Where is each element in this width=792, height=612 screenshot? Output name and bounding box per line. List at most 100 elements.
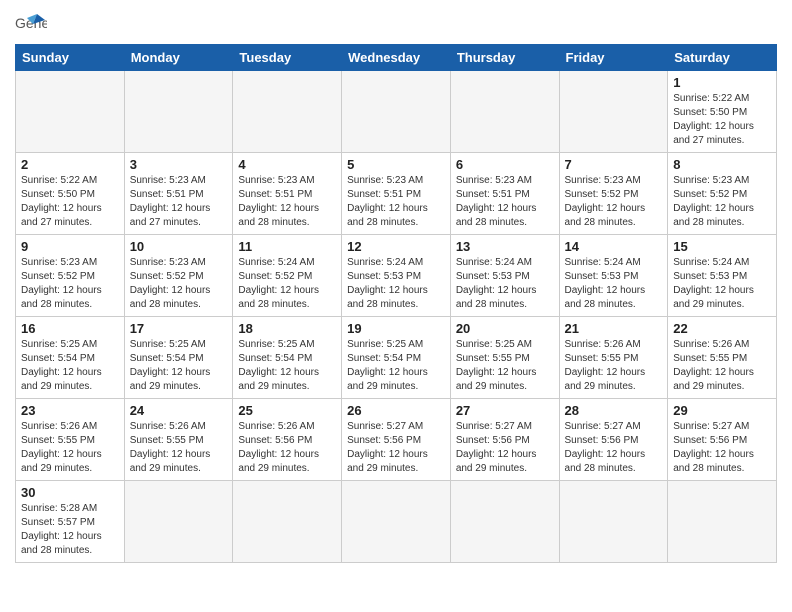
day-info: Sunrise: 5:26 AM Sunset: 5:55 PM Dayligh…	[565, 338, 663, 394]
day-number: 28	[565, 403, 663, 418]
calendar-cell: 13Sunrise: 5:24 AM Sunset: 5:53 PM Dayli…	[450, 235, 559, 317]
calendar-cell: 11 Sunrise: 5:24 AM Sunset: 5:52 PM Dayli…	[233, 235, 342, 317]
calendar-cell: 25 Sunrise: 5:26 AM Sunset: 5:56 PM Dayli…	[233, 399, 342, 481]
calendar-cell	[124, 71, 233, 153]
calendar-cell: 6Sunrise: 5:23 AM Sunset: 5:51 PM Daylig…	[450, 153, 559, 235]
weekday-header-tuesday: Tuesday	[233, 45, 342, 71]
weekday-header-saturday: Saturday	[668, 45, 777, 71]
day-number: 22	[673, 321, 771, 336]
calendar-cell: 27 Sunrise: 5:27 AM Sunset: 5:56 PM Dayli…	[450, 399, 559, 481]
day-number: 9	[21, 239, 119, 254]
calendar-cell: 19Sunrise: 5:25 AM Sunset: 5:54 PM Dayli…	[342, 317, 451, 399]
weekday-header-row: SundayMondayTuesdayWednesdayThursdayFrid…	[16, 45, 777, 71]
weekday-header-monday: Monday	[124, 45, 233, 71]
day-number: 21	[565, 321, 663, 336]
calendar-cell	[233, 71, 342, 153]
day-info: Sunrise: 5:23 AM Sunset: 5:51 PM Dayligh…	[456, 174, 554, 230]
day-info: Sunrise: 5:23 AM Sunset: 5:52 PM Dayligh…	[565, 174, 663, 230]
day-number: 13	[456, 239, 554, 254]
day-info: Sunrise: 5:25 AM Sunset: 5:54 PM Dayligh…	[238, 338, 336, 394]
calendar-cell: 1 Sunrise: 5:22 AM Sunset: 5:50 PM Daylig…	[668, 71, 777, 153]
calendar-cell: 24Sunrise: 5:26 AM Sunset: 5:55 PM Dayli…	[124, 399, 233, 481]
day-number: 4	[238, 157, 336, 172]
calendar-cell: 30 Sunrise: 5:28 AM Sunset: 5:57 PM Dayli…	[16, 481, 125, 563]
day-number: 1	[673, 75, 771, 90]
calendar-cell: 8Sunrise: 5:23 AM Sunset: 5:52 PM Daylig…	[668, 153, 777, 235]
day-number: 16	[21, 321, 119, 336]
calendar-cell: 23 Sunrise: 5:26 AM Sunset: 5:55 PM Dayli…	[16, 399, 125, 481]
day-number: 8	[673, 157, 771, 172]
calendar-cell	[450, 481, 559, 563]
calendar-cell: 28 Sunrise: 5:27 AM Sunset: 5:56 PM Dayli…	[559, 399, 668, 481]
day-number: 24	[130, 403, 228, 418]
day-number: 23	[21, 403, 119, 418]
calendar-cell: 12 Sunrise: 5:24 AM Sunset: 5:53 PM Dayli…	[342, 235, 451, 317]
day-info: Sunrise: 5:26 AM Sunset: 5:55 PM Dayligh…	[21, 420, 119, 476]
day-info: Sunrise: 5:26 AM Sunset: 5:56 PM Dayligh…	[238, 420, 336, 476]
weekday-header-thursday: Thursday	[450, 45, 559, 71]
calendar-cell: 14Sunrise: 5:24 AM Sunset: 5:53 PM Dayli…	[559, 235, 668, 317]
day-number: 20	[456, 321, 554, 336]
day-number: 17	[130, 321, 228, 336]
day-info: Sunrise: 5:28 AM Sunset: 5:57 PM Dayligh…	[21, 502, 119, 558]
day-number: 10	[130, 239, 228, 254]
calendar-cell: 10 Sunrise: 5:23 AM Sunset: 5:52 PM Dayli…	[124, 235, 233, 317]
day-info: Sunrise: 5:24 AM Sunset: 5:52 PM Dayligh…	[238, 256, 336, 312]
calendar-cell	[342, 71, 451, 153]
calendar-cell: 2 Sunrise: 5:22 AM Sunset: 5:50 PM Daylig…	[16, 153, 125, 235]
calendar-cell: 4Sunrise: 5:23 AM Sunset: 5:51 PM Daylig…	[233, 153, 342, 235]
day-info: Sunrise: 5:23 AM Sunset: 5:52 PM Dayligh…	[21, 256, 119, 312]
calendar-cell	[559, 481, 668, 563]
day-info: Sunrise: 5:27 AM Sunset: 5:56 PM Dayligh…	[456, 420, 554, 476]
day-number: 12	[347, 239, 445, 254]
logo-icon: General	[15, 10, 47, 38]
day-info: Sunrise: 5:25 AM Sunset: 5:55 PM Dayligh…	[456, 338, 554, 394]
day-number: 7	[565, 157, 663, 172]
calendar-cell: 16 Sunrise: 5:25 AM Sunset: 5:54 PM Dayli…	[16, 317, 125, 399]
calendar-cell: 21 Sunrise: 5:26 AM Sunset: 5:55 PM Dayli…	[559, 317, 668, 399]
logo: General	[15, 10, 51, 38]
calendar-cell: 26 Sunrise: 5:27 AM Sunset: 5:56 PM Dayli…	[342, 399, 451, 481]
day-number: 27	[456, 403, 554, 418]
day-info: Sunrise: 5:25 AM Sunset: 5:54 PM Dayligh…	[21, 338, 119, 394]
day-info: Sunrise: 5:25 AM Sunset: 5:54 PM Dayligh…	[130, 338, 228, 394]
day-number: 11	[238, 239, 336, 254]
day-info: Sunrise: 5:24 AM Sunset: 5:53 PM Dayligh…	[673, 256, 771, 312]
calendar-cell: 7 Sunrise: 5:23 AM Sunset: 5:52 PM Daylig…	[559, 153, 668, 235]
day-info: Sunrise: 5:27 AM Sunset: 5:56 PM Dayligh…	[565, 420, 663, 476]
day-number: 29	[673, 403, 771, 418]
calendar-cell	[233, 481, 342, 563]
day-number: 30	[21, 485, 119, 500]
day-number: 5	[347, 157, 445, 172]
calendar-cell	[450, 71, 559, 153]
calendar-cell: 5Sunrise: 5:23 AM Sunset: 5:51 PM Daylig…	[342, 153, 451, 235]
calendar-cell: 17 Sunrise: 5:25 AM Sunset: 5:54 PM Dayli…	[124, 317, 233, 399]
calendar-cell: 18Sunrise: 5:25 AM Sunset: 5:54 PM Dayli…	[233, 317, 342, 399]
day-number: 2	[21, 157, 119, 172]
calendar-week-row-5: 30 Sunrise: 5:28 AM Sunset: 5:57 PM Dayli…	[16, 481, 777, 563]
day-info: Sunrise: 5:23 AM Sunset: 5:52 PM Dayligh…	[130, 256, 228, 312]
day-number: 26	[347, 403, 445, 418]
calendar-cell: 22Sunrise: 5:26 AM Sunset: 5:55 PM Dayli…	[668, 317, 777, 399]
day-number: 25	[238, 403, 336, 418]
calendar-week-row-1: 2 Sunrise: 5:22 AM Sunset: 5:50 PM Daylig…	[16, 153, 777, 235]
day-number: 14	[565, 239, 663, 254]
calendar-cell	[559, 71, 668, 153]
day-info: Sunrise: 5:27 AM Sunset: 5:56 PM Dayligh…	[673, 420, 771, 476]
calendar-week-row-3: 16 Sunrise: 5:25 AM Sunset: 5:54 PM Dayli…	[16, 317, 777, 399]
calendar-week-row-2: 9 Sunrise: 5:23 AM Sunset: 5:52 PM Daylig…	[16, 235, 777, 317]
calendar-cell	[124, 481, 233, 563]
day-info: Sunrise: 5:22 AM Sunset: 5:50 PM Dayligh…	[21, 174, 119, 230]
calendar-cell	[668, 481, 777, 563]
weekday-header-wednesday: Wednesday	[342, 45, 451, 71]
day-info: Sunrise: 5:22 AM Sunset: 5:50 PM Dayligh…	[673, 92, 771, 148]
calendar-week-row-0: 1 Sunrise: 5:22 AM Sunset: 5:50 PM Daylig…	[16, 71, 777, 153]
day-number: 19	[347, 321, 445, 336]
day-info: Sunrise: 5:24 AM Sunset: 5:53 PM Dayligh…	[347, 256, 445, 312]
day-info: Sunrise: 5:27 AM Sunset: 5:56 PM Dayligh…	[347, 420, 445, 476]
day-number: 3	[130, 157, 228, 172]
calendar-table: SundayMondayTuesdayWednesdayThursdayFrid…	[15, 44, 777, 563]
day-number: 15	[673, 239, 771, 254]
calendar-cell: 29 Sunrise: 5:27 AM Sunset: 5:56 PM Dayli…	[668, 399, 777, 481]
calendar-cell: 15 Sunrise: 5:24 AM Sunset: 5:53 PM Dayli…	[668, 235, 777, 317]
